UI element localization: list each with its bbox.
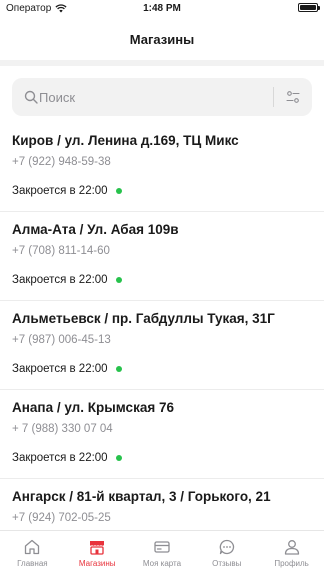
status-time: 1:48 PM (143, 3, 181, 14)
home-icon (25, 539, 40, 555)
store-phone[interactable]: +7 (924) 702-05-25 (12, 512, 111, 524)
search-icon (24, 90, 38, 104)
store-status-text: Закроется в 22:00 (12, 185, 108, 197)
tab-reviews[interactable]: Отзывы (194, 531, 259, 576)
store-status: Закроется в 22:00 (12, 185, 122, 197)
stores-content: Киров / ул. Ленина д.169, ТЦ Микс +7 (92… (0, 66, 324, 530)
status-bar: Оператор 1:48 PM (0, 0, 324, 18)
tab-bar: Главная Магазины Моя карта Отзывы Профил… (0, 530, 324, 576)
store-name: Ангарск / 81-й квартал, 3 / Горького, 21 (12, 489, 271, 504)
store-name: Альметьевск / пр. Габдуллы Тукая, 31Г (12, 311, 275, 326)
store-phone[interactable]: +7 (708) 811-14-60 (12, 245, 110, 257)
store-item[interactable]: Ангарск / 81-й квартал, 3 / Горького, 21… (0, 479, 324, 530)
store-name: Алма-Ата / Ул. Абая 109в (12, 222, 179, 237)
store-phone[interactable]: +7 (922) 948-59-38 (12, 156, 111, 168)
tab-stores[interactable]: Магазины (65, 531, 130, 576)
tab-my-card[interactable]: Моя карта (130, 531, 195, 576)
store-status-text: Закроется в 22:00 (12, 452, 108, 464)
store-phone[interactable]: +7 (987) 006-45-13 (12, 334, 111, 346)
tab-label: Отзывы (212, 559, 242, 568)
store-item[interactable]: Алма-Ата / Ул. Абая 109в +7 (708) 811-14… (0, 212, 324, 301)
store-list: Киров / ул. Ленина д.169, ТЦ Микс +7 (92… (0, 123, 324, 530)
store-status: Закроется в 22:00 (12, 452, 122, 464)
store-status-text: Закроется в 22:00 (12, 274, 108, 286)
open-status-dot (115, 188, 122, 194)
store-item[interactable]: Анапа / ул. Крымская 76 + 7 (988) 330 07… (0, 390, 324, 479)
tab-profile[interactable]: Профиль (259, 531, 324, 576)
store-status-text: Закроется в 22:00 (12, 363, 108, 375)
card-icon (154, 541, 170, 553)
store-status: Закроется в 22:00 (12, 363, 122, 375)
store-icon (90, 541, 105, 555)
open-status-dot (115, 455, 122, 461)
nav-bar: Магазины (0, 18, 324, 60)
battery-icon (298, 3, 320, 12)
store-item[interactable]: Киров / ул. Ленина д.169, ТЦ Микс +7 (92… (0, 123, 324, 212)
store-name: Киров / ул. Ленина д.169, ТЦ Микс (12, 133, 239, 148)
tab-label: Моя карта (142, 559, 182, 568)
open-status-dot (115, 277, 122, 283)
tab-label: Магазины (78, 559, 116, 568)
store-phone[interactable]: + 7 (988) 330 07 04 (12, 423, 113, 435)
tab-label: Профиль (274, 559, 309, 568)
open-status-dot (115, 366, 122, 372)
search-input[interactable] (39, 86, 271, 108)
store-name: Анапа / ул. Крымская 76 (12, 400, 174, 415)
store-item[interactable]: Альметьевск / пр. Габдуллы Тукая, 31Г +7… (0, 301, 324, 390)
status-right (298, 3, 320, 12)
page-title: Магазины (129, 32, 195, 47)
search-divider (273, 87, 274, 107)
tab-home[interactable]: Главная (0, 531, 65, 576)
chat-icon (219, 539, 234, 555)
profile-icon (284, 540, 299, 555)
store-status: Закроется в 22:00 (12, 274, 122, 286)
tab-label: Главная (17, 559, 48, 568)
search-box[interactable] (12, 78, 312, 116)
filter-icon[interactable] (286, 90, 300, 104)
